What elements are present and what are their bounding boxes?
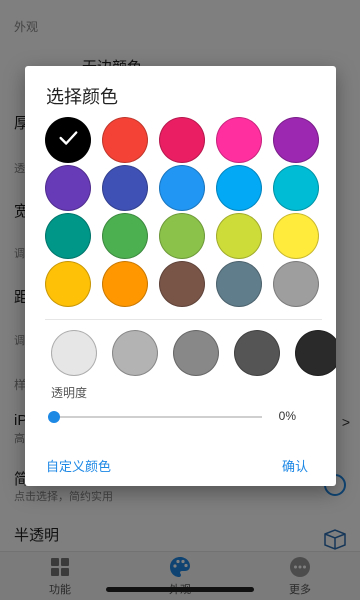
gray-swatch-strip[interactable] bbox=[25, 330, 336, 376]
color-swatch[interactable] bbox=[102, 165, 148, 211]
color-swatch[interactable] bbox=[102, 213, 148, 259]
color-swatch[interactable] bbox=[216, 165, 262, 211]
color-swatch[interactable] bbox=[216, 117, 262, 163]
color-swatch[interactable] bbox=[273, 213, 319, 259]
color-swatch[interactable] bbox=[45, 165, 91, 211]
gray-swatch[interactable] bbox=[173, 330, 219, 376]
color-swatch[interactable] bbox=[216, 261, 262, 307]
color-swatch[interactable] bbox=[45, 117, 91, 163]
gray-swatch[interactable] bbox=[51, 330, 97, 376]
home-indicator bbox=[106, 587, 254, 592]
dialog-title: 选择颜色 bbox=[46, 87, 118, 107]
opacity-slider-thumb[interactable] bbox=[48, 411, 60, 423]
color-swatch[interactable] bbox=[273, 165, 319, 211]
gray-swatch[interactable] bbox=[234, 330, 280, 376]
color-swatch[interactable] bbox=[159, 117, 205, 163]
checkmark-icon bbox=[59, 131, 78, 145]
color-swatch[interactable] bbox=[159, 213, 205, 259]
color-swatch[interactable] bbox=[216, 213, 262, 259]
color-swatch[interactable] bbox=[159, 165, 205, 211]
divider bbox=[45, 319, 322, 320]
opacity-value: 0% bbox=[278, 409, 296, 423]
opacity-slider-track[interactable] bbox=[51, 416, 262, 418]
color-swatch[interactable] bbox=[102, 261, 148, 307]
gray-swatch[interactable] bbox=[295, 330, 336, 376]
gray-swatch[interactable] bbox=[112, 330, 158, 376]
color-swatch[interactable] bbox=[45, 261, 91, 307]
color-swatch[interactable] bbox=[102, 117, 148, 163]
color-swatch[interactable] bbox=[273, 117, 319, 163]
color-swatch[interactable] bbox=[45, 213, 91, 259]
opacity-label: 透明度 bbox=[51, 386, 88, 400]
custom-color-button[interactable]: 自定义颜色 bbox=[46, 456, 111, 475]
color-swatch[interactable] bbox=[273, 261, 319, 307]
color-swatch[interactable] bbox=[159, 261, 205, 307]
color-picker-dialog: 选择颜色 透明度 0% 自定义颜色 确认 bbox=[25, 66, 336, 486]
confirm-button[interactable]: 确认 bbox=[282, 456, 308, 475]
